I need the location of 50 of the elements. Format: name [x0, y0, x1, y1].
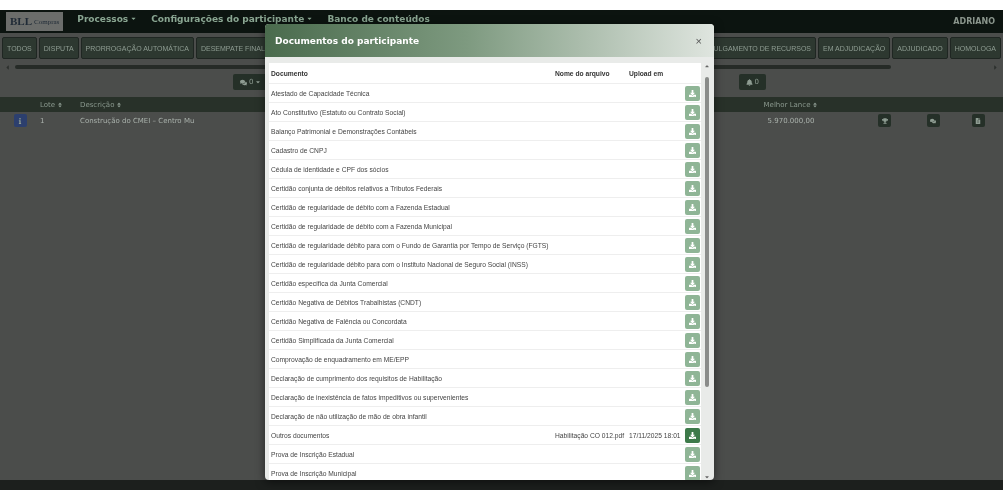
scroll-up-icon[interactable] — [704, 63, 710, 69]
download-icon — [688, 298, 696, 306]
download-icon — [688, 165, 696, 173]
info-icon — [17, 117, 23, 124]
sort-icon — [812, 101, 819, 108]
comments-icon — [930, 117, 936, 124]
sort-icon — [57, 101, 64, 108]
download-icon — [688, 355, 696, 363]
download-icon — [688, 260, 696, 268]
download-icon — [688, 146, 696, 154]
caret-icon — [255, 79, 262, 85]
sort-icon — [116, 101, 123, 108]
download-icon — [688, 336, 696, 344]
download-icon — [688, 241, 696, 249]
download-icon — [688, 317, 696, 325]
logo-text: BLL — [10, 16, 32, 27]
download-icon — [688, 431, 696, 439]
download-icon — [688, 203, 696, 211]
dialog-title: Documentos do participante — [275, 35, 420, 46]
trophy-button[interactable] — [878, 114, 891, 127]
caret-icon — [306, 15, 314, 22]
download-icon — [688, 412, 696, 420]
download-icon — [688, 450, 696, 458]
download-icon — [688, 108, 696, 116]
document-button[interactable] — [971, 114, 985, 127]
download-icon — [688, 279, 696, 287]
caret-icon — [130, 15, 138, 22]
nav-menu[interactable]: Processos — [77, 13, 138, 24]
bell-icon — [745, 78, 753, 86]
scroll-down-icon[interactable] — [704, 474, 710, 480]
download-icon — [688, 469, 696, 477]
trophy-icon — [881, 117, 888, 124]
chat-button[interactable] — [926, 114, 940, 127]
download-icon — [688, 184, 696, 192]
nav-menu[interactable]: Configurações do participante — [151, 13, 314, 24]
download-icon — [688, 393, 696, 401]
download-icon — [688, 222, 696, 230]
download-icon — [688, 127, 696, 135]
download-icon — [688, 374, 696, 382]
user-name[interactable]: ADRIANO — [953, 17, 995, 26]
scrollbar-thumb[interactable] — [705, 77, 709, 387]
scroll-right-icon[interactable] — [992, 63, 999, 71]
comments-icon — [240, 78, 247, 86]
info-button[interactable] — [13, 114, 27, 127]
close-button[interactable]: × — [693, 34, 704, 47]
download-button[interactable] — [684, 427, 700, 443]
download-icon — [688, 89, 696, 97]
document-icon — [975, 117, 981, 124]
nav-menu[interactable]: Banco de conteúdos — [327, 13, 430, 24]
scroll-left-icon[interactable] — [4, 63, 11, 71]
